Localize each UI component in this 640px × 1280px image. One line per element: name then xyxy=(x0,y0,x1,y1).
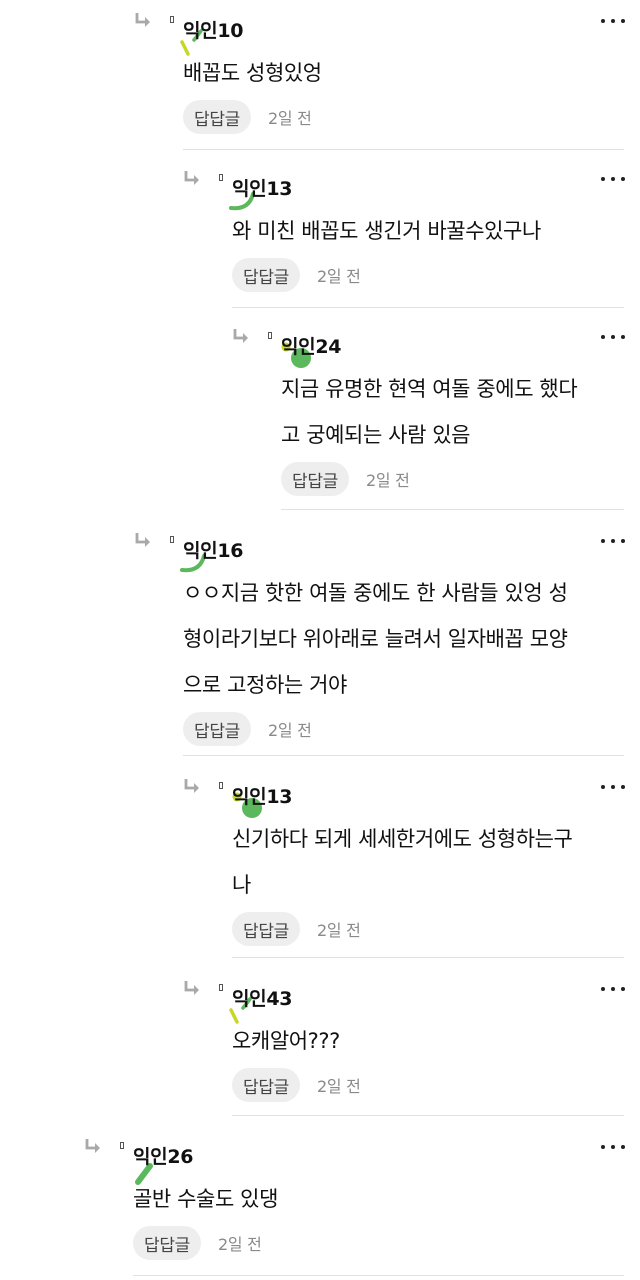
timestamp: 2일 전 xyxy=(268,721,312,740)
comment-item: 익인24 지금 유명한 현역 여돌 중에도 했다고 궁예되는 사람 있음답답글 2일… xyxy=(0,316,640,510)
reply-button[interactable]: 답답글 xyxy=(281,462,350,496)
reply-arrow-icon xyxy=(183,778,201,794)
divider xyxy=(232,957,624,958)
comment-body: 익인13 신기하다 되게 세세한거에도 성형하는구나답답글 2일 전 xyxy=(232,766,640,958)
comment-item: 익인13 신기하다 되게 세세한거에도 성형하는구나답답글 2일 전 xyxy=(0,766,640,958)
timestamp: 2일 전 xyxy=(366,471,410,490)
comment-text-line: 와 미친 배꼽도 생긴거 바꿀수있구나 xyxy=(232,219,541,243)
comment-author[interactable]: 익인26 xyxy=(133,1142,194,1169)
comment-text: 지금 유명한 현역 여돌 중에도 했다고 궁예되는 사람 있음 xyxy=(281,366,578,458)
comment-text-line: 나 xyxy=(232,873,251,897)
comment-meta: 답답글 2일 전 xyxy=(232,258,361,292)
image-placeholder-icon xyxy=(219,782,223,789)
reply-arrow-icon xyxy=(134,12,152,28)
divider xyxy=(133,1275,624,1276)
comment-text-line: 으로 고정하는 거야 xyxy=(183,673,347,697)
comment-text: 와 미친 배꼽도 생긴거 바꿀수있구나 xyxy=(232,208,541,254)
timestamp: 2일 전 xyxy=(317,921,361,940)
comment-author[interactable]: 익인16 xyxy=(183,536,244,563)
image-placeholder-icon xyxy=(170,536,174,543)
comment-text: ㅇㅇ지금 핫한 여돌 중에도 한 사람들 있엉 성형이라기보다 위아래로 늘려서… xyxy=(183,570,568,708)
reply-button[interactable]: 답답글 xyxy=(232,1068,301,1102)
comment-author[interactable]: 익인13 xyxy=(232,782,293,809)
timestamp: 2일 전 xyxy=(317,267,361,286)
reply-button[interactable]: 답답글 xyxy=(232,258,301,292)
comment-text: 오캐알어??? xyxy=(232,1018,340,1064)
image-placeholder-icon xyxy=(219,174,223,181)
comment-author[interactable]: 익인13 xyxy=(232,174,293,201)
divider xyxy=(232,307,624,308)
comment-text: 골반 수술도 있댕 xyxy=(133,1176,278,1222)
reply-arrow-icon xyxy=(134,532,152,548)
comment-author[interactable]: 익인24 xyxy=(281,332,342,359)
reply-button[interactable]: 답답글 xyxy=(232,912,301,946)
comment-meta: 답답글 2일 전 xyxy=(281,462,410,496)
more-options-icon[interactable] xyxy=(600,10,626,30)
comment-body: 익인43 오캐알어??? 답답글 2일 전 xyxy=(232,968,640,1116)
timestamp: 2일 전 xyxy=(317,1077,361,1096)
comment-body: 익인24 지금 유명한 현역 여돌 중에도 했다고 궁예되는 사람 있음답답글 2일… xyxy=(281,316,640,510)
more-options-icon[interactable] xyxy=(600,776,626,796)
comment-body: 익인26 골반 수술도 있댕답답글 2일 전 xyxy=(133,1126,640,1276)
more-options-icon[interactable] xyxy=(600,168,626,188)
comment-meta: 답답글 2일 전 xyxy=(133,1226,262,1260)
comment-item: 익인10 배꼽도 성형있엉답답글 2일 전 xyxy=(0,0,640,150)
comment-body: 익인10 배꼽도 성형있엉답답글 2일 전 xyxy=(183,0,640,150)
timestamp: 2일 전 xyxy=(268,109,312,128)
comment-meta: 답답글 2일 전 xyxy=(183,712,312,746)
comment-meta: 답답글 2일 전 xyxy=(183,100,312,134)
comment-text: 신기하다 되게 세세한거에도 성형하는구나 xyxy=(232,816,573,908)
comment-text: 배꼽도 성형있엉 xyxy=(183,50,322,96)
comment-body: 익인16 ㅇㅇ지금 핫한 여돌 중에도 한 사람들 있엉 성형이라기보다 위아래로… xyxy=(183,520,640,756)
comment-item: 익인13 와 미친 배꼽도 생긴거 바꿀수있구나답답글 2일 전 xyxy=(0,158,640,308)
more-options-icon[interactable] xyxy=(600,326,626,346)
divider xyxy=(281,509,624,510)
comment-body: 익인13 와 미친 배꼽도 생긴거 바꿀수있구나답답글 2일 전 xyxy=(232,158,640,308)
comment-text-line: 배꼽도 성형있엉 xyxy=(183,61,322,85)
timestamp: 2일 전 xyxy=(218,1235,262,1254)
more-options-icon[interactable] xyxy=(600,978,626,998)
comment-author[interactable]: 익인43 xyxy=(232,984,293,1011)
more-options-icon[interactable] xyxy=(600,1136,626,1156)
comment-author[interactable]: 익인10 xyxy=(183,16,244,43)
comment-text-line: ㅇㅇ지금 핫한 여돌 중에도 한 사람들 있엉 성 xyxy=(183,581,568,605)
divider xyxy=(183,755,624,756)
comment-text-line: 신기하다 되게 세세한거에도 성형하는구 xyxy=(232,827,573,851)
image-placeholder-icon xyxy=(170,16,174,23)
comment-thread: 익인10 배꼽도 성형있엉답답글 2일 전 익인13 와 미친 배꼽도 생긴거 바꿀수… xyxy=(0,0,640,1280)
comment-text-line: 형이라기보다 위아래로 늘려서 일자배꼽 모양 xyxy=(183,627,568,651)
image-placeholder-icon xyxy=(268,332,272,339)
reply-button[interactable]: 답답글 xyxy=(133,1226,202,1260)
more-options-icon[interactable] xyxy=(600,530,626,550)
image-placeholder-icon xyxy=(219,984,223,991)
comment-meta: 답답글 2일 전 xyxy=(232,912,361,946)
reply-arrow-icon xyxy=(232,328,250,344)
comment-item: 익인43 오캐알어??? 답답글 2일 전 xyxy=(0,968,640,1116)
comment-text-line: 지금 유명한 현역 여돌 중에도 했다 xyxy=(281,377,578,401)
comment-item: 익인16 ㅇㅇ지금 핫한 여돌 중에도 한 사람들 있엉 성형이라기보다 위아래로… xyxy=(0,520,640,756)
comment-text-line: 오캐알어??? xyxy=(232,1029,340,1053)
reply-button[interactable]: 답답글 xyxy=(183,100,252,134)
reply-arrow-icon xyxy=(183,980,201,996)
reply-arrow-icon xyxy=(183,170,201,186)
comment-text-line: 골반 수술도 있댕 xyxy=(133,1187,278,1211)
image-placeholder-icon xyxy=(120,1142,124,1149)
comment-item: 익인26 골반 수술도 있댕답답글 2일 전 xyxy=(0,1126,640,1276)
divider xyxy=(183,149,624,150)
divider xyxy=(232,1115,624,1116)
reply-button[interactable]: 답답글 xyxy=(183,712,252,746)
reply-arrow-icon xyxy=(84,1138,102,1154)
comment-text-line: 고 궁예되는 사람 있음 xyxy=(281,423,471,447)
comment-meta: 답답글 2일 전 xyxy=(232,1068,361,1102)
